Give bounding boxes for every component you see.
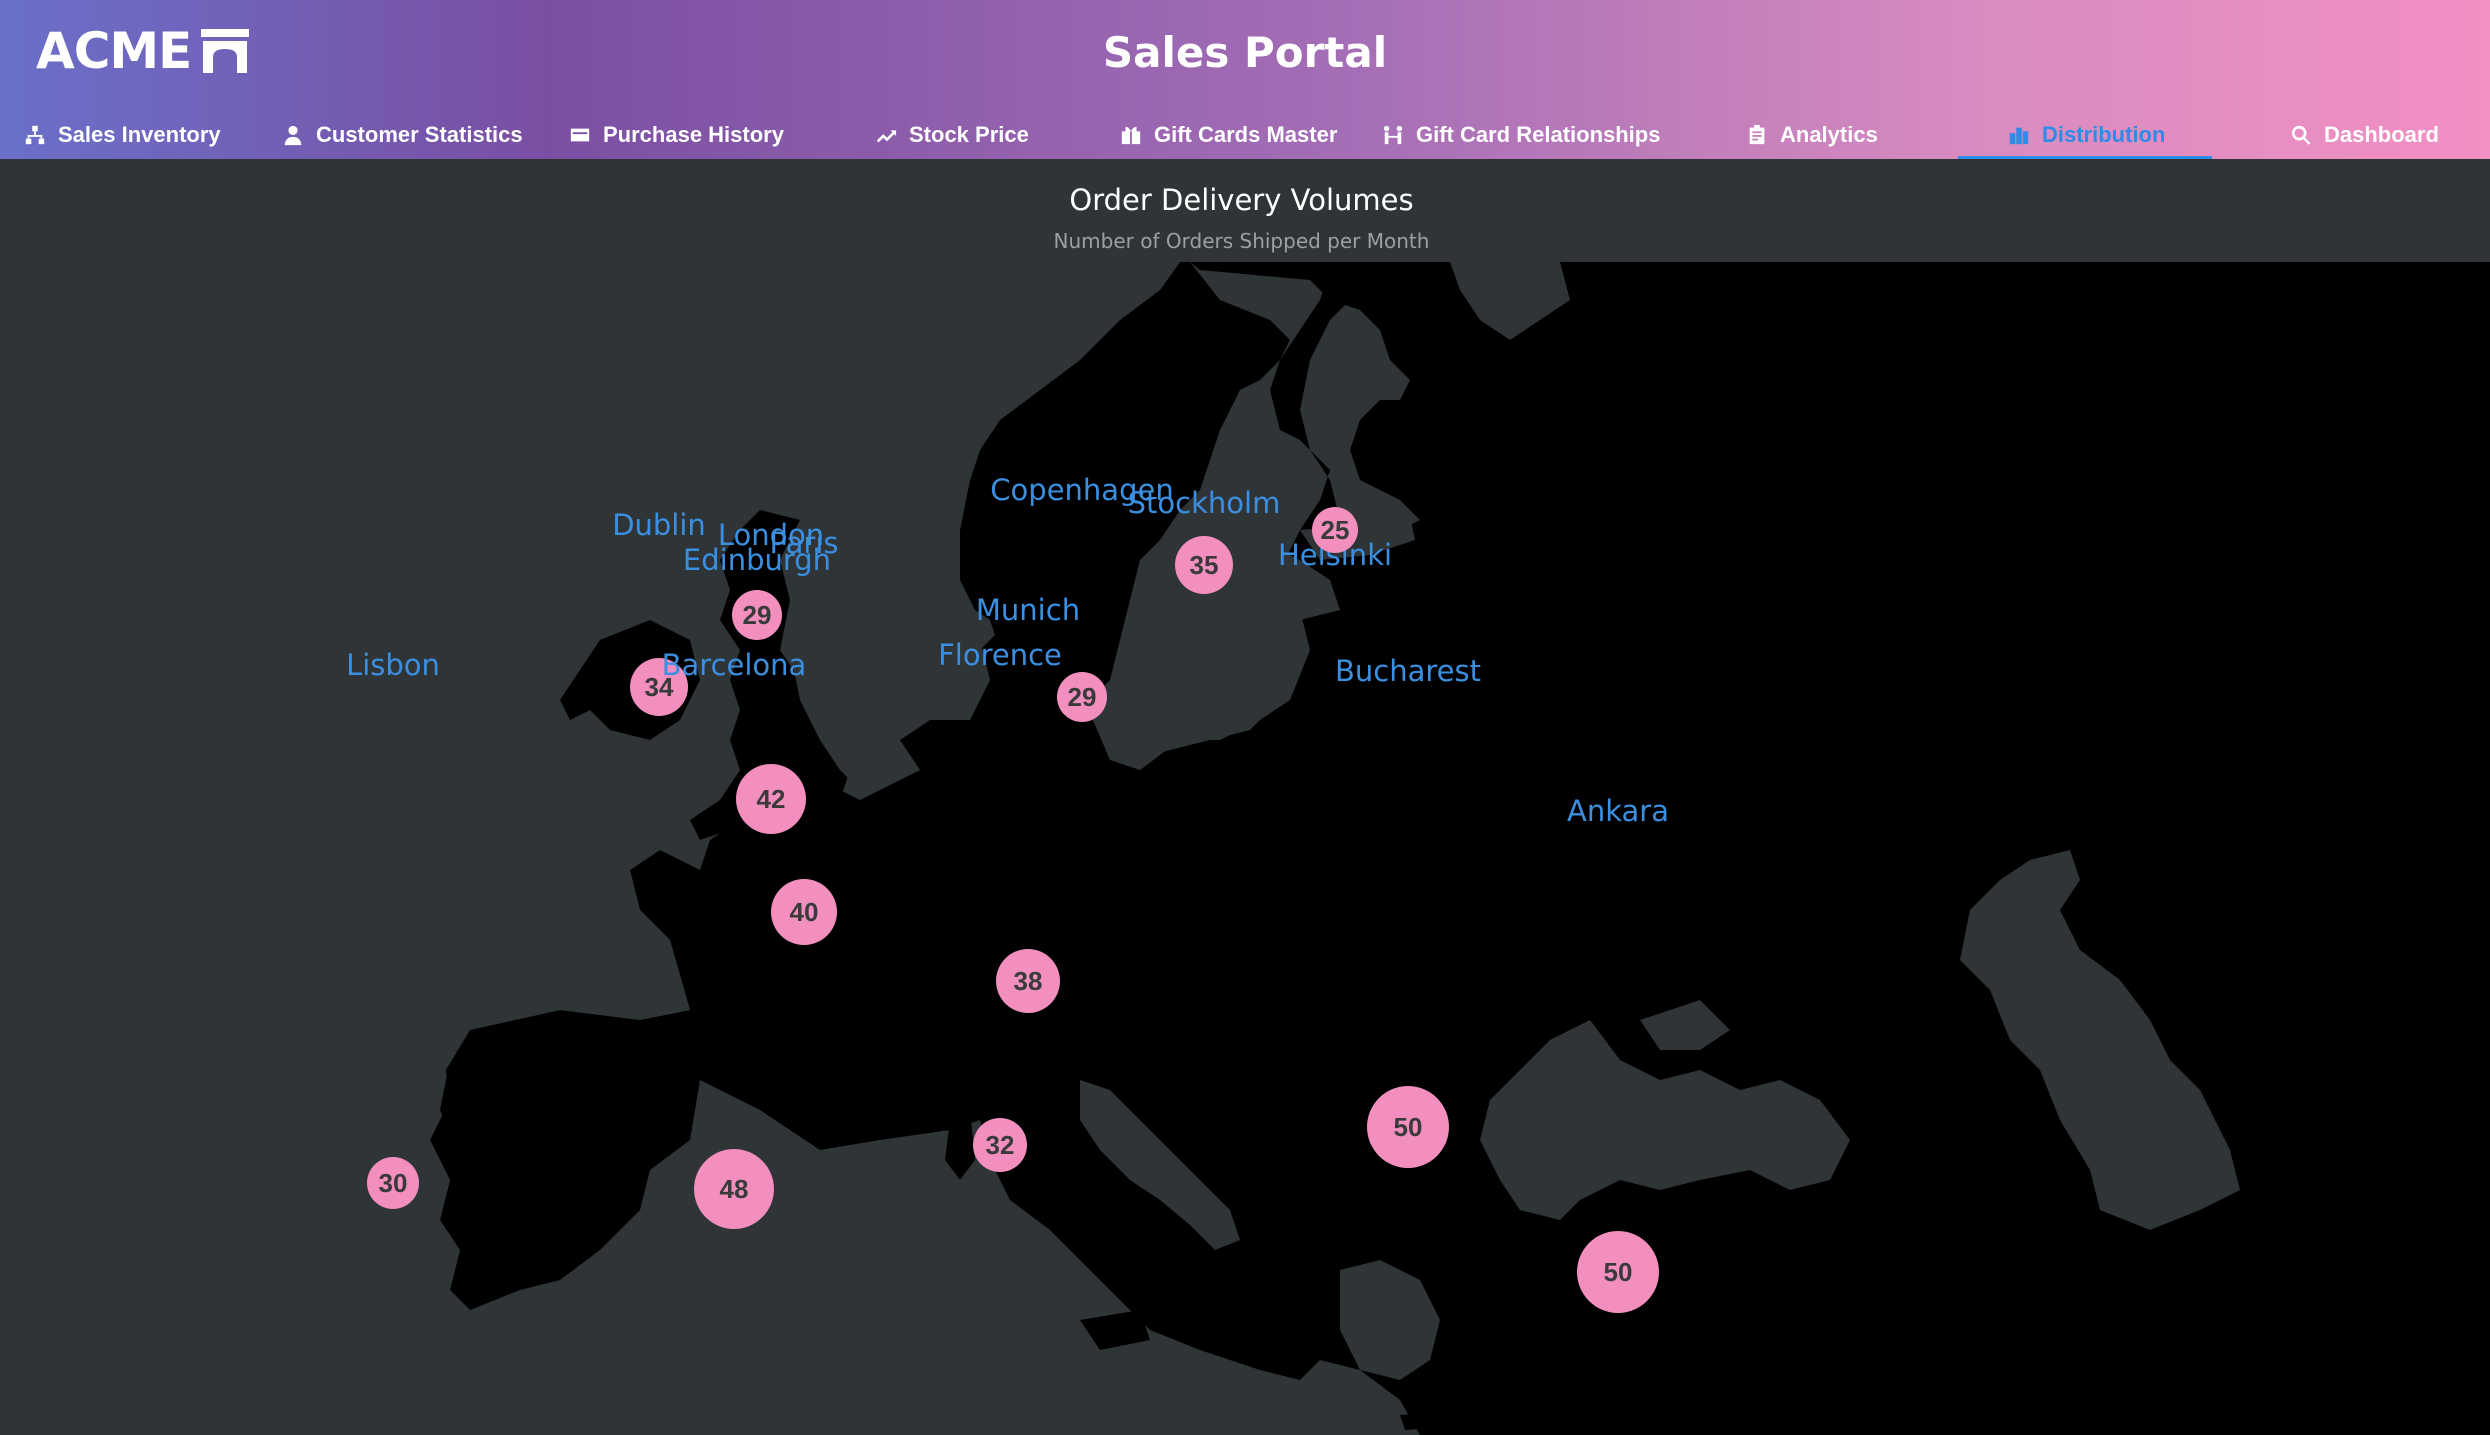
- gift-cards-icon: [1121, 126, 1141, 144]
- tab-label: Gift Card Relationships: [1416, 121, 1661, 147]
- city-value-edinburgh: 29: [743, 600, 772, 630]
- city-value-munich: 38: [1014, 966, 1043, 996]
- city-label-paris: Paris: [769, 526, 838, 560]
- city-value-lisbon: 30: [379, 1168, 408, 1198]
- tab-gift-card-relationships[interactable]: Gift Card Relationships: [1382, 110, 1660, 159]
- city-value-florence: 32: [986, 1130, 1015, 1160]
- tab-label: Purchase History: [603, 121, 784, 147]
- tab-label: Customer Statistics: [316, 121, 523, 147]
- tab-dashboard[interactable]: Dashboard: [2290, 110, 2439, 159]
- city-value-copenhagen: 29: [1068, 682, 1097, 712]
- distribution-icon: [2009, 127, 2029, 144]
- city-label-barcelona: Barcelona: [662, 648, 807, 682]
- city-value-london: 42: [757, 784, 786, 814]
- tab-label: Sales Inventory: [58, 121, 221, 147]
- city-label-lisbon: Lisbon: [346, 648, 440, 682]
- search-dashboard-icon: [2291, 125, 2311, 145]
- tab-label: Stock Price: [909, 121, 1029, 147]
- city-label-munich: Munich: [976, 593, 1080, 627]
- map-title: Order Delivery Volumes: [1069, 183, 1414, 217]
- tab-gift-cards-master[interactable]: Gift Cards Master: [1120, 110, 1337, 159]
- city-value-paris: 40: [790, 897, 819, 927]
- city-value-ankara: 50: [1604, 1257, 1633, 1287]
- city-value-barcelona: 48: [720, 1174, 749, 1204]
- city-label-bucharest: Bucharest: [1335, 654, 1481, 688]
- tab-label: Distribution: [2042, 121, 2166, 147]
- city-value-helsinki: 25: [1321, 515, 1350, 545]
- app-title: Sales Portal: [1102, 28, 1388, 77]
- city-label-florence: Florence: [938, 638, 1062, 672]
- analytics-icon: [1749, 124, 1765, 144]
- trending-up-icon: [876, 129, 897, 142]
- map-subtitle: Number of Orders Shipped per Month: [1053, 229, 1430, 253]
- land-corsica: [950, 1075, 968, 1110]
- app-header: ACME Sales Portal Sales Inventory Custom…: [0, 0, 2490, 159]
- tab-sales-inventory[interactable]: Sales Inventory: [24, 110, 221, 159]
- tab-distribution[interactable]: Distribution: [2008, 110, 2165, 159]
- city-value-stockholm: 35: [1190, 550, 1219, 580]
- tab-label: Gift Cards Master: [1154, 121, 1338, 147]
- europe-map[interactable]: Helsinki25Stockholm35Edinburgh29Dublin34…: [0, 260, 2490, 1435]
- tab-label: Analytics: [1780, 121, 1878, 147]
- credit-card-icon: [570, 128, 590, 141]
- tab-customer-statistics[interactable]: Customer Statistics: [282, 110, 523, 159]
- city-label-ankara: Ankara: [1567, 794, 1669, 828]
- main-nav: Sales Inventory Customer Statistics Purc…: [0, 110, 2490, 159]
- city-label-copenhagen: Copenhagen: [990, 473, 1173, 507]
- user-icon: [284, 125, 302, 145]
- city-label-dublin: Dublin: [612, 508, 706, 542]
- relationships-icon: [1383, 125, 1403, 144]
- tab-stock-price[interactable]: Stock Price: [875, 110, 1029, 159]
- tab-analytics[interactable]: Analytics: [1746, 110, 1878, 159]
- sitemap-icon: [25, 125, 45, 144]
- tab-purchase-history[interactable]: Purchase History: [569, 110, 784, 159]
- city-value-bucharest: 50: [1394, 1112, 1423, 1142]
- tab-label: Dashboard: [2324, 121, 2439, 147]
